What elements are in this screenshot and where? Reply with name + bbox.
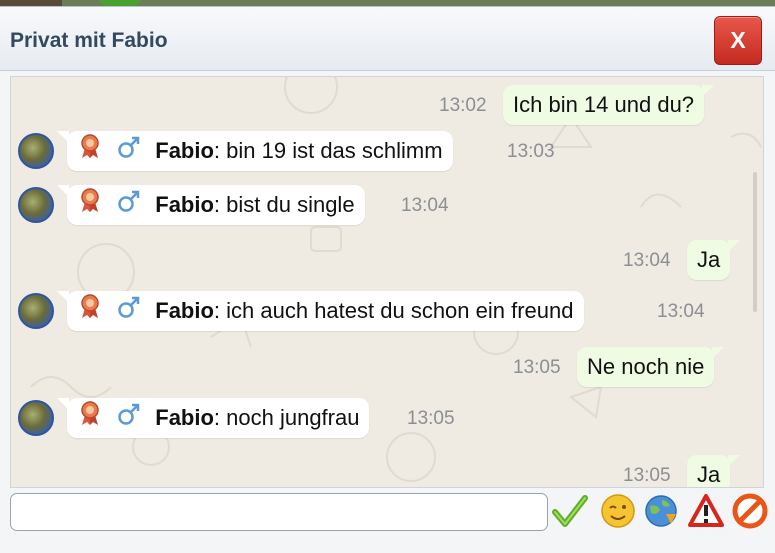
message-text: : noch jungfrau (213, 405, 360, 430)
sender-name[interactable]: Fabio (155, 405, 214, 430)
message-row: 13:04 Ja (11, 240, 763, 284)
outgoing-message-bubble: Ja (687, 240, 741, 280)
male-gender-icon (117, 132, 141, 172)
message-time: 13:04 (657, 301, 705, 322)
message-time: 13:05 (513, 357, 561, 378)
send-checkmark-icon[interactable] (552, 492, 588, 530)
sender-name[interactable]: Fabio (155, 192, 214, 217)
message-row: Fabio: bin 19 ist das schlimm 13:03 (11, 131, 763, 175)
message-time: 13:05 (623, 465, 671, 486)
close-button[interactable]: X (714, 16, 762, 65)
message-text: Ja (697, 462, 721, 487)
message-time: 13:03 (507, 141, 555, 162)
message-text: Ne noch nie (587, 354, 705, 379)
warning-icon[interactable] (688, 492, 724, 530)
award-badge-icon (77, 132, 103, 172)
fabio-avatar[interactable] (18, 293, 54, 329)
incoming-message-bubble: Fabio: noch jungfrau (56, 398, 370, 439)
outgoing-message-bubble: Ich bin 14 und du? (503, 85, 715, 125)
message-time: 13:05 (407, 408, 455, 429)
message-text: : bin 19 ist das schlimm (213, 138, 443, 163)
fabio-avatar[interactable] (18, 187, 54, 223)
message-row: 13:05 Ja (11, 455, 763, 487)
outgoing-message-bubble: Ja (687, 455, 741, 487)
award-badge-icon (77, 186, 103, 226)
message-time: 13:04 (623, 250, 671, 271)
smiley-icon[interactable] (600, 492, 636, 530)
globe-icon[interactable] (644, 492, 680, 530)
male-gender-icon (117, 186, 141, 226)
message-time: 13:02 (439, 95, 487, 116)
title-bar[interactable]: Privat mit Fabio X (0, 7, 775, 71)
window-title: Privat mit Fabio (10, 29, 168, 52)
fabio-avatar[interactable] (18, 133, 54, 169)
message-input[interactable] (10, 493, 548, 531)
block-icon[interactable] (732, 492, 768, 530)
incoming-message-bubble: Fabio: ich auch hatest du schon ein freu… (57, 291, 584, 332)
message-row: Fabio: noch jungfrau 13:05 (11, 398, 763, 442)
award-badge-icon (77, 292, 103, 332)
message-row: Fabio: bist du single 13:04 (11, 185, 763, 229)
sender-name[interactable]: Fabio (155, 298, 214, 323)
message-text: Ich bin 14 und du? (513, 92, 695, 117)
sender-name[interactable]: Fabio (155, 138, 214, 163)
message-text: : bist du single (213, 192, 355, 217)
message-text: : ich auch hatest du schon ein freund (213, 298, 574, 323)
chat-history[interactable]: 13:02 Ich bin 14 und du? Fabio: bin 19 i… (10, 76, 764, 488)
message-text: Ja (697, 247, 721, 272)
fabio-avatar[interactable] (18, 400, 54, 436)
message-row: 13:02 Ich bin 14 und du? (11, 85, 763, 129)
message-time: 13:04 (401, 195, 449, 216)
male-gender-icon (117, 399, 141, 439)
outgoing-message-bubble: Ne noch nie (577, 347, 725, 387)
award-badge-icon (77, 399, 103, 439)
message-row: 13:05 Ne noch nie (11, 347, 763, 391)
message-row: Fabio: ich auch hatest du schon ein freu… (11, 291, 763, 335)
incoming-message-bubble: Fabio: bist du single (57, 185, 365, 226)
male-gender-icon (117, 292, 141, 332)
incoming-message-bubble: Fabio: bin 19 ist das schlimm (57, 131, 453, 172)
